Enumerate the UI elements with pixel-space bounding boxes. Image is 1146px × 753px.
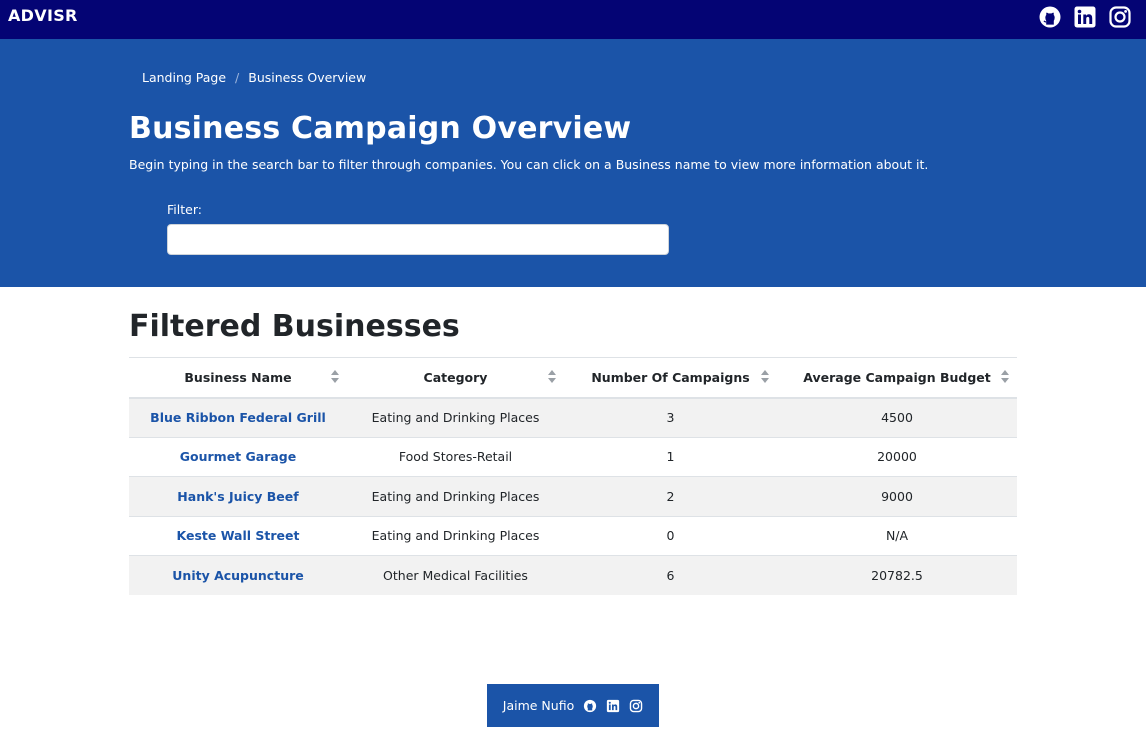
cell-budget: 4500 [777, 397, 1017, 437]
cell-category: Eating and Drinking Places [347, 397, 564, 437]
breadcrumb-landing-page[interactable]: Landing Page [142, 70, 226, 85]
cell-business-name: Unity Acupuncture [129, 555, 347, 595]
linkedin-icon[interactable] [1073, 5, 1097, 29]
footer-author-name: Jaime Nufio [502, 698, 575, 713]
business-link[interactable]: Keste Wall Street [177, 528, 300, 543]
section-title: Filtered Businesses [129, 309, 460, 344]
filter-label: Filter: [167, 202, 202, 217]
linkedin-icon[interactable] [606, 699, 620, 713]
business-link[interactable]: Blue Ribbon Federal Grill [150, 410, 326, 425]
cell-budget: 20782.5 [777, 555, 1017, 595]
filter-input[interactable] [167, 224, 669, 255]
cell-business-name: Hank's Juicy Beef [129, 476, 347, 516]
cell-category: Other Medical Facilities [347, 555, 564, 595]
github-icon[interactable] [1038, 5, 1062, 29]
cell-budget: 9000 [777, 476, 1017, 516]
sort-icon[interactable] [1001, 370, 1009, 384]
table-row: Blue Ribbon Federal Grill Eating and Dri… [129, 397, 1017, 437]
social-links [1038, 5, 1132, 29]
header-category[interactable]: Category [347, 357, 564, 399]
cell-business-name: Keste Wall Street [129, 515, 347, 556]
business-link[interactable]: Unity Acupuncture [172, 568, 303, 583]
cell-business-name: Blue Ribbon Federal Grill [129, 397, 347, 437]
business-link[interactable]: Gourmet Garage [180, 449, 296, 464]
table-header-row: Business Name Category Number Of Campaig… [129, 357, 1017, 399]
hero-banner: Landing Page / Business Overview Busines… [0, 39, 1146, 287]
table-row: Unity Acupuncture Other Medical Faciliti… [129, 555, 1017, 595]
table-row: Hank's Juicy Beef Eating and Drinking Pl… [129, 476, 1017, 516]
header-average-campaign-budget[interactable]: Average Campaign Budget [777, 357, 1017, 399]
business-table: Business Name Category Number Of Campaig… [129, 357, 1017, 595]
business-link[interactable]: Hank's Juicy Beef [177, 489, 298, 504]
instagram-icon[interactable] [629, 699, 643, 713]
cell-campaigns: 1 [564, 436, 777, 477]
cell-campaigns: 2 [564, 476, 777, 516]
header-business-name[interactable]: Business Name [129, 357, 347, 399]
footer: Jaime Nufio [487, 684, 659, 727]
cell-category: Food Stores-Retail [347, 436, 564, 477]
brand-logo[interactable]: ADVISR [8, 6, 78, 25]
sort-icon[interactable] [548, 370, 556, 384]
table-row: Keste Wall Street Eating and Drinking Pl… [129, 515, 1017, 556]
cell-category: Eating and Drinking Places [347, 476, 564, 516]
sort-icon[interactable] [331, 370, 339, 384]
cell-campaigns: 0 [564, 515, 777, 556]
cell-budget: N/A [777, 515, 1017, 556]
breadcrumb: Landing Page / Business Overview [142, 70, 366, 85]
top-navbar: ADVISR [0, 0, 1146, 39]
header-number-of-campaigns[interactable]: Number Of Campaigns [564, 357, 777, 399]
header-label: Category [423, 369, 488, 385]
header-label: Number Of Campaigns [591, 369, 750, 385]
cell-campaigns: 3 [564, 397, 777, 437]
cell-category: Eating and Drinking Places [347, 515, 564, 556]
table-row: Gourmet Garage Food Stores-Retail 1 2000… [129, 436, 1017, 477]
header-label: Business Name [184, 369, 292, 385]
breadcrumb-separator: / [235, 70, 240, 85]
cell-business-name: Gourmet Garage [129, 436, 347, 477]
breadcrumb-business-overview: Business Overview [248, 70, 367, 85]
cell-budget: 20000 [777, 436, 1017, 477]
page-description: Begin typing in the search bar to filter… [129, 157, 929, 172]
instagram-icon[interactable] [1108, 5, 1132, 29]
cell-campaigns: 6 [564, 555, 777, 595]
sort-icon[interactable] [761, 370, 769, 384]
header-label: Average Campaign Budget [803, 369, 991, 385]
github-icon[interactable] [583, 699, 597, 713]
page-title: Business Campaign Overview [129, 111, 632, 146]
